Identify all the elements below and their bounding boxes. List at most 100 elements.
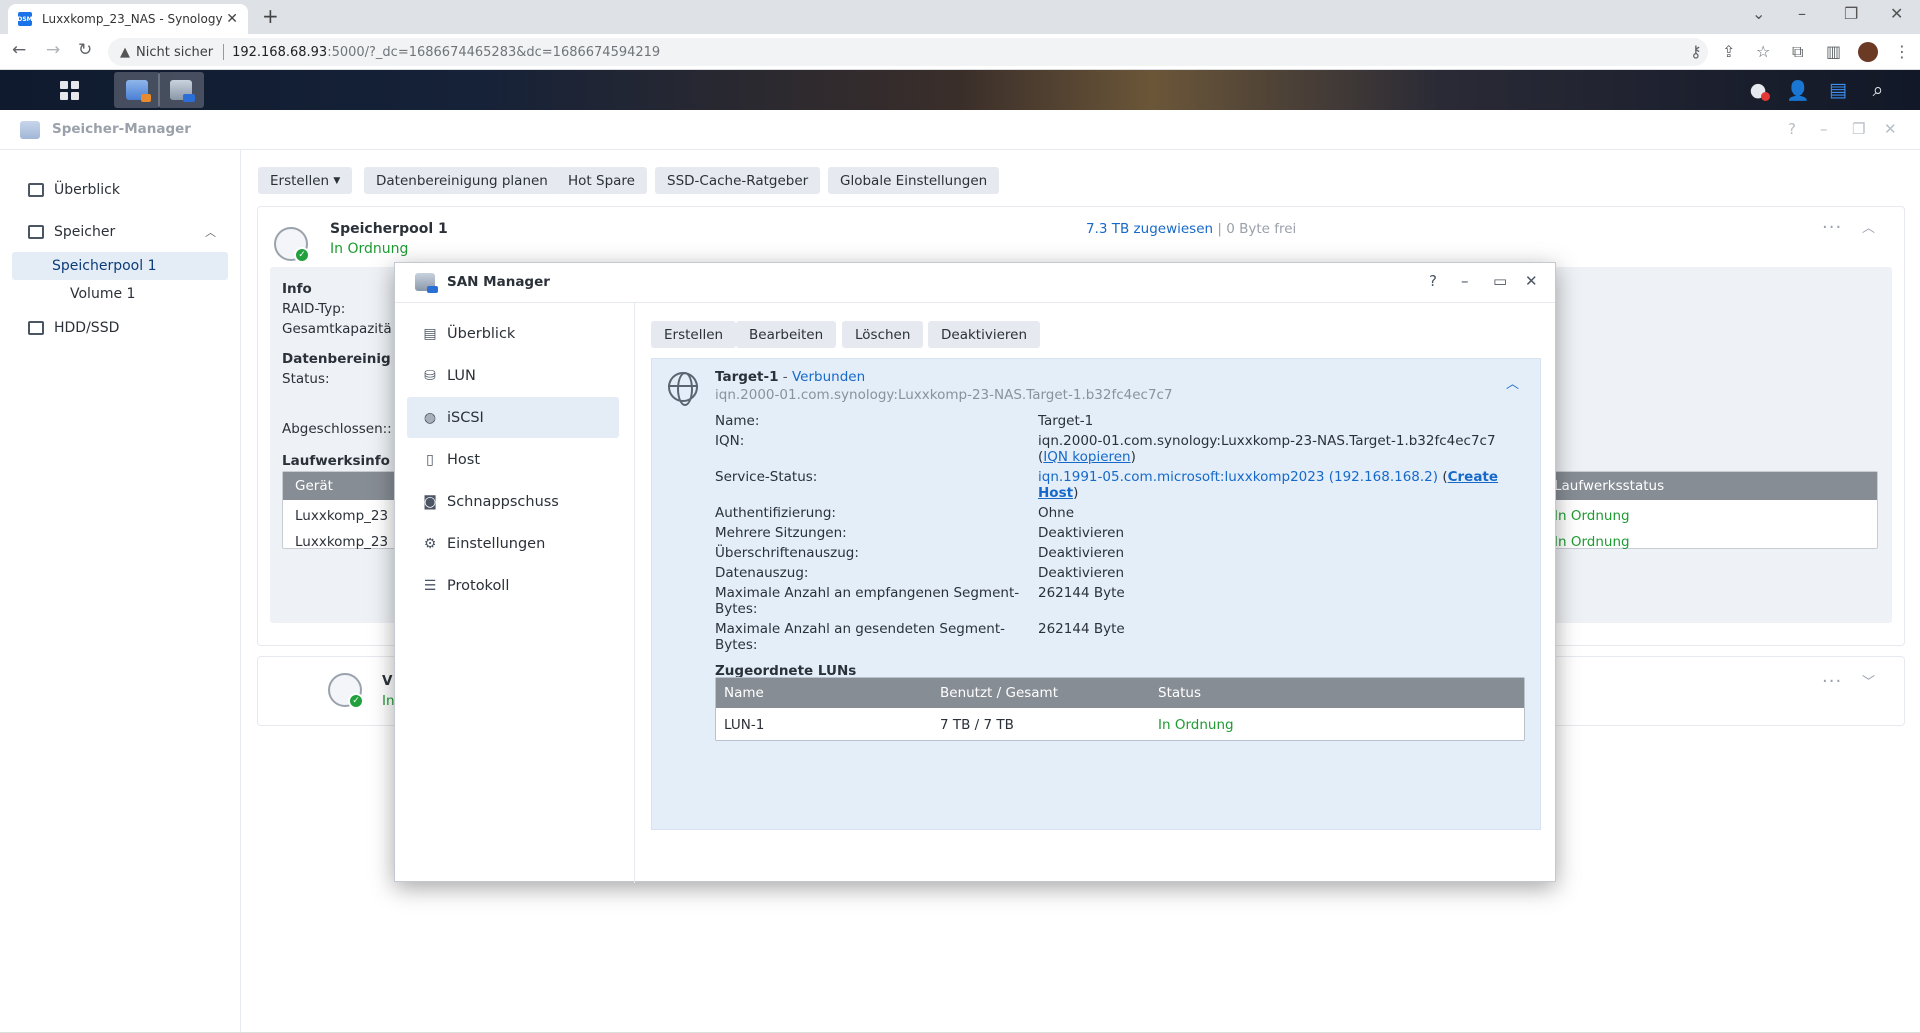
help-icon[interactable]: ? [1429,272,1437,290]
delete-button[interactable]: Löschen [842,321,924,348]
sidebar-item-label: HDD/SSD [54,320,120,336]
ssd-cache-advisor-button[interactable]: SSD-Cache-Ratgeber [655,167,821,194]
header-digest-label: Überschriftenauszug: [715,545,859,561]
san-manager-task-button[interactable] [158,72,204,108]
close-window-icon[interactable]: ✕ [1890,4,1903,23]
sidepanel-icon[interactable]: ▥ [1826,42,1841,61]
scrub-schedule-button[interactable]: Datenbereinigung planen [364,167,560,194]
max-send-value: 262144 Byte [1038,621,1125,637]
profile-avatar[interactable] [1858,42,1878,62]
search-icon[interactable]: ⌕ [1864,76,1892,104]
list-icon: ☰ [423,577,437,594]
overview-icon [28,183,44,197]
close-icon[interactable]: ✕ [1525,272,1538,290]
minimize-icon[interactable]: – [1798,4,1806,23]
url-field[interactable]: ▲ Nicht sicher 192.168.68.93:5000/?_dc=1… [108,38,1708,66]
menu-icon[interactable]: ⋮ [1894,42,1910,61]
more-icon[interactable]: ··· [1822,671,1842,692]
hot-spare-button[interactable]: Hot Spare [556,167,647,194]
sidebar-item-hdd[interactable]: HDD/SSD [12,314,228,342]
create-button[interactable]: Erstellen [651,321,737,348]
san-manager-window: SAN Manager ? – ▭ ✕ ▤ Überblick ⛁ LUN ◍ iSC… [394,262,1556,883]
create-dropdown-button[interactable]: Erstellen ▼ [258,167,353,194]
reload-icon[interactable]: ↻ [78,40,92,60]
hdd-icon [28,321,44,335]
window-title: Speicher-Manager [52,121,191,137]
san-nav-host[interactable]: ▯ Host [407,439,619,480]
minimize-icon[interactable]: – [1461,272,1469,290]
overview-icon: ▤ [423,325,437,342]
user-icon[interactable]: 👤 [1784,76,1812,104]
deactivate-button[interactable]: Deaktivieren [928,321,1040,348]
table-header: Name Benutzt / Gesamt Status [716,678,1524,708]
chevron-up-icon[interactable]: ︿ [205,224,216,240]
main-menu-button[interactable] [46,72,92,108]
key-icon[interactable]: ⚷ [1690,42,1702,61]
volume-status: In [382,693,395,709]
service-status-value: iqn.1991-05.com.microsoft:luxxkomp2023 (… [1038,469,1499,485]
new-tab-icon[interactable]: + [262,4,279,28]
sidebar-item-storage[interactable]: Speicher ︿ [12,218,228,246]
camera-icon: ◙ [423,493,437,510]
name-value: Target-1 [1038,413,1094,429]
share-icon[interactable]: ⇪ [1722,42,1735,61]
san-nav-settings[interactable]: ⚙ Einstellungen [407,523,619,564]
security-label[interactable]: Nicht sicher [136,45,213,60]
san-nav-snapshot[interactable]: ◙ Schnappschuss [407,481,619,522]
san-manager-titlebar[interactable]: SAN Manager ? – ▭ ✕ [395,263,1555,303]
san-main: Erstellen Bearbeiten Löschen Deaktiviere… [635,303,1556,883]
scrub-heading: Datenbereinig [282,351,391,367]
back-icon[interactable]: ← [12,40,26,60]
widgets-icon[interactable]: ▤ [1824,76,1852,104]
chevron-up-icon[interactable]: ︿ [1862,217,1876,236]
san-nav-lun[interactable]: ⛁ LUN [407,355,619,396]
tab-search-icon[interactable]: ⌄ [1752,4,1765,23]
globe-icon: ◍ [423,409,437,426]
check-icon: ✓ [294,247,310,263]
grid-icon [59,80,79,100]
san-nav-iscsi[interactable]: ◍ iSCSI [407,397,619,438]
create-host-link[interactable]: Host [1038,485,1073,501]
column-header: Gerät [295,478,333,494]
maximize-icon[interactable]: ▭ [1493,272,1507,290]
restore-icon[interactable]: ❐ [1844,4,1858,23]
sidebar-item-overview[interactable]: Überblick [12,176,228,204]
iqn-copy-link[interactable]: IQN kopieren [1043,449,1130,465]
sidebar-item-volume1[interactable]: Volume 1 [12,280,228,308]
nav-label: Einstellungen [447,535,546,552]
nav-label: Schnappschuss [447,493,559,510]
iqn-label: IQN: [715,433,745,449]
chevron-down-icon[interactable]: ﹀ [1862,671,1876,690]
browser-tab[interactable]: DSM Luxxkomp_23_NAS - Synology N ✕ [8,4,248,34]
san-nav-log[interactable]: ☰ Protokoll [407,565,619,606]
san-nav: ▤ Überblick ⛁ LUN ◍ iSCSI ▯ Host ◙ Schnappsch… [395,303,635,883]
more-icon[interactable]: ··· [1822,217,1842,238]
notification-chat-icon[interactable]: ● [1744,76,1772,104]
minimize-icon[interactable]: – [1820,120,1828,138]
san-nav-overview[interactable]: ▤ Überblick [407,313,619,354]
maximize-icon[interactable]: ❐ [1852,120,1865,138]
scrub-status-label: Status: [282,371,330,387]
edit-button[interactable]: Bearbeiten [736,321,837,348]
help-icon[interactable]: ? [1788,120,1796,138]
lun-table: Name Benutzt / Gesamt Status LUN-1 7 TB … [715,677,1525,741]
caret-down-icon: ▼ [333,175,341,186]
sidebar-item-pool1[interactable]: Speicherpool 1 [12,252,228,280]
extensions-icon[interactable]: ⧉ [1792,42,1803,62]
initiator-iqn: iqn.1991-05.com.microsoft:luxxkomp2023 (… [1038,469,1439,485]
nav-label: iSCSI [447,409,484,426]
close-icon[interactable]: ✕ [1884,120,1897,138]
bookmark-star-icon[interactable]: ☆ [1756,42,1770,61]
create-host-link[interactable]: Create [1448,469,1498,485]
close-tab-icon[interactable]: ✕ [226,11,238,27]
column-header: Name [724,685,764,701]
storage-icon [28,225,44,239]
storage-manager-task-button[interactable] [114,72,160,108]
forward-icon[interactable]: → [46,40,60,60]
target-panel: Target-1 - Verbunden iqn.2000-01.com.syn… [651,358,1541,830]
chevron-up-icon[interactable]: ︿ [1506,373,1519,392]
gear-icon: ⚙ [423,535,437,552]
iqn-value: iqn.2000-01.com.synology:Luxxkomp-23-NAS… [1038,433,1496,449]
dsm-favicon: DSM [17,12,33,26]
global-settings-button[interactable]: Globale Einstellungen [828,167,1000,194]
